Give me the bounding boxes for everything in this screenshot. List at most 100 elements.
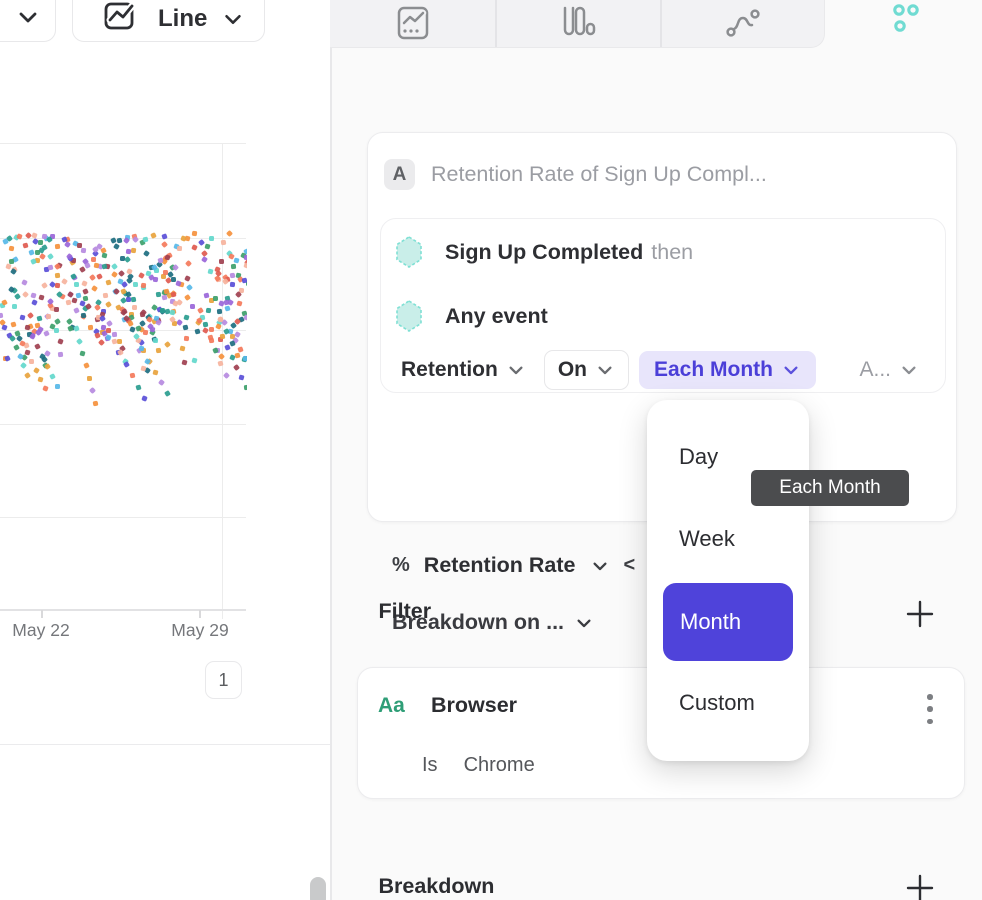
event-name[interactable]: Any event [445, 304, 548, 329]
scatter-points [0, 140, 247, 470]
scatter-point [202, 327, 209, 334]
chevron-down-icon [15, 4, 41, 30]
scatter-point [155, 319, 162, 326]
kebab-dot [927, 694, 933, 700]
add-breakdown-button[interactable] [904, 872, 936, 900]
scatter-point [127, 320, 134, 327]
scatter-point [209, 327, 214, 332]
truncated-control[interactable]: < [624, 554, 636, 577]
kebab-dot [927, 719, 933, 725]
collapsed-dropdown-button[interactable] [0, 0, 56, 42]
chart-type-label: Line [158, 5, 207, 33]
scatter-point [180, 346, 186, 352]
filter-menu-button[interactable] [918, 692, 942, 726]
scatter-point [213, 296, 218, 301]
retention-type-dropdown[interactable]: Retention [393, 351, 534, 389]
plus-icon [905, 599, 935, 629]
scatter-point [141, 395, 147, 401]
scatter-point [230, 273, 236, 279]
interval-option-week[interactable]: Week [679, 526, 735, 552]
line-chart-icon [101, 0, 137, 33]
query-title[interactable]: Retention Rate of Sign Up Compl... [431, 162, 767, 187]
chart-type-button[interactable]: Line [72, 0, 265, 42]
scatter-point [106, 327, 111, 332]
axis-tick [199, 610, 201, 618]
scatter-point [38, 240, 43, 245]
interval-dropdown-trigger[interactable]: Each Month [639, 351, 816, 389]
truncated-dropdown[interactable]: A... [851, 351, 927, 389]
tab-flows[interactable] [660, 0, 825, 48]
scatter-point [80, 351, 86, 357]
scatter-point [190, 304, 195, 309]
event-step-row[interactable]: Sign Up Completed then [395, 235, 693, 269]
scatter-point [221, 239, 227, 245]
scatter-point [13, 344, 20, 351]
event-name[interactable]: Sign Up Completed [445, 240, 643, 265]
scatter-point [209, 236, 214, 241]
scatter-point [194, 329, 200, 335]
scatter-point [0, 313, 4, 319]
scatter-point [55, 244, 60, 249]
scatter-point [1, 325, 7, 331]
filter-value[interactable]: Chrome [464, 754, 535, 776]
filter-property-name[interactable]: Browser [431, 693, 517, 718]
scatter-point [206, 308, 212, 314]
filter-operator[interactable]: Is [422, 754, 438, 776]
interval-option-custom[interactable]: Custom [679, 690, 755, 716]
scatter-point [184, 275, 191, 282]
scatter-point [121, 308, 128, 315]
scatter-point [49, 323, 56, 330]
on-dropdown[interactable]: On [544, 350, 629, 390]
scatter-point [19, 314, 25, 320]
scatter-point [217, 308, 222, 313]
scatter-point [48, 264, 54, 270]
scatter-point [73, 326, 79, 332]
chevron-down-icon [590, 556, 610, 576]
scatter-point [97, 339, 104, 346]
interval-option-month-selected[interactable]: Month [663, 583, 793, 661]
scatter-point [243, 262, 247, 268]
tab-retention-active[interactable] [827, 0, 982, 48]
scatter-point [10, 322, 16, 328]
scatter-point [29, 333, 36, 340]
scatter-point [99, 315, 106, 322]
scatter-point [218, 360, 224, 366]
scatter-point [44, 363, 51, 370]
scatter-point [197, 307, 204, 314]
event-step-row[interactable]: Any event [395, 299, 556, 333]
scatter-point [236, 300, 242, 306]
scatter-point [226, 230, 233, 237]
scatter-point [153, 369, 159, 375]
interval-option-day[interactable]: Day [679, 444, 718, 470]
scatter-point [24, 349, 30, 355]
scatter-point [123, 361, 130, 368]
scatter-point [12, 304, 17, 309]
filter-condition[interactable]: Is Chrome [422, 754, 535, 777]
scatter-point [89, 274, 96, 281]
scatter-point [224, 305, 230, 311]
measure-row: % Retention Rate < [392, 553, 635, 578]
scatter-point [93, 400, 99, 406]
scatter-point [14, 293, 21, 300]
tab-funnels[interactable] [495, 0, 660, 48]
scatter-point [29, 359, 34, 364]
scrollbar-thumb[interactable] [310, 877, 326, 900]
scatter-point [101, 253, 107, 259]
scatter-point [124, 256, 131, 263]
add-filter-button[interactable] [904, 598, 936, 630]
scatter-point [192, 231, 198, 237]
measure-dropdown[interactable]: Retention Rate [424, 553, 576, 578]
scatter-point [231, 264, 236, 269]
scatter-point [38, 377, 44, 383]
scatter-point [74, 282, 79, 287]
scatter-point [153, 277, 159, 283]
chevron-down-icon [899, 360, 919, 380]
scatter-point [208, 269, 214, 275]
scatter-point [30, 292, 36, 298]
chevron-down-icon [595, 360, 615, 380]
pagination-badge[interactable]: 1 [205, 661, 242, 699]
scatter-point [158, 379, 165, 386]
tab-insights[interactable] [330, 0, 495, 48]
scatter-plot-area[interactable] [0, 140, 247, 470]
scatter-point [215, 323, 222, 330]
